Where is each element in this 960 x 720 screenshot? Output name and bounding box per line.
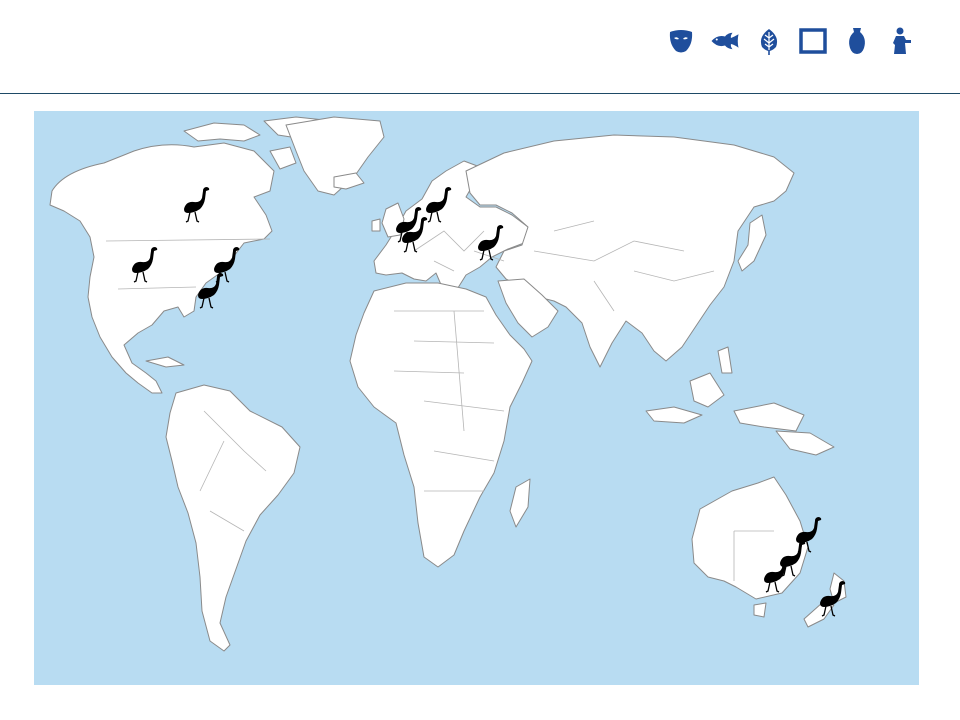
world-map [34, 111, 919, 685]
vase-icon[interactable] [842, 26, 872, 56]
tasmania [753, 602, 767, 618]
fish-icon[interactable] [710, 26, 740, 56]
header-divider [0, 93, 960, 94]
leaf-icon[interactable] [754, 26, 784, 56]
category-icon-bar [666, 26, 916, 56]
mask-icon[interactable] [666, 26, 696, 56]
header-bar [0, 0, 960, 94]
frame-icon[interactable] [798, 26, 828, 56]
figure-icon[interactable] [886, 26, 916, 56]
